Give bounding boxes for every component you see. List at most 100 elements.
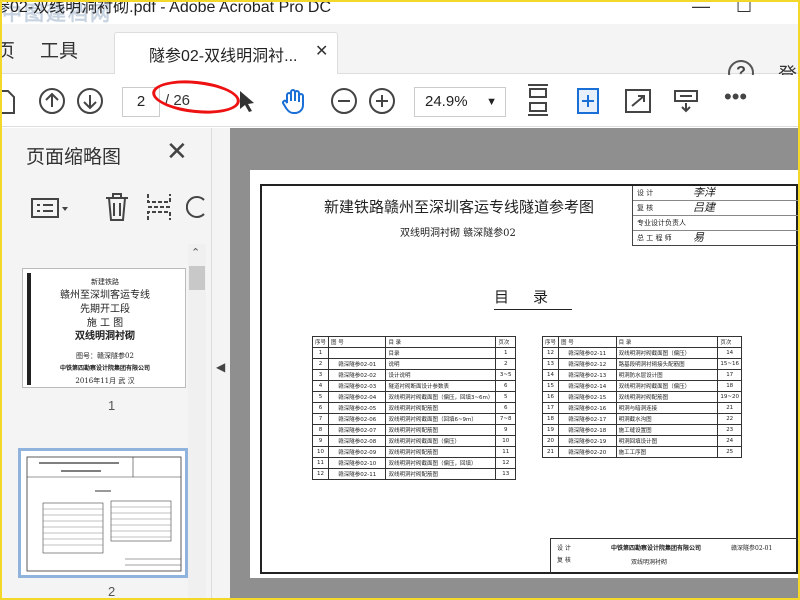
toc-row: 11 赣深隧参02-10 双线明洞衬砌截面图（偏压，回填） 12 bbox=[311, 457, 516, 469]
minimize-icon[interactable]: — bbox=[692, 2, 710, 16]
signature-name: 李洋 bbox=[693, 186, 715, 199]
toc-cell: 19~20 bbox=[717, 391, 742, 403]
toc-cell: 目录 bbox=[385, 347, 497, 359]
scroll-thumb[interactable] bbox=[189, 266, 205, 290]
maximize-icon[interactable]: ☐ bbox=[736, 2, 752, 16]
toc-cell: 赣深隧参02-08 bbox=[328, 435, 387, 447]
signature-block: 设 计 李洋 复 核 吕建 专业设计负责人 总 工 程 师 易 bbox=[632, 186, 798, 246]
toc-cell: 施工工序图 bbox=[615, 446, 719, 458]
signature-row: 总 工 程 师易 bbox=[633, 231, 798, 246]
signature-name: 吕建 bbox=[693, 201, 715, 214]
toc-cell: 6 bbox=[311, 402, 330, 414]
title-block: 设 计 复 核 中铁第四勘察设计院集团有限公司 双线明洞衬砌 赣深隧参02-01 bbox=[550, 538, 798, 574]
toc-cell: 8 bbox=[311, 424, 330, 436]
more-icon[interactable]: ••• bbox=[724, 86, 752, 115]
toc-row: 19 赣深隧参02-18 施工缝设置图 23 bbox=[541, 424, 742, 436]
toc-cell: 赣深隧参02-14 bbox=[558, 380, 617, 392]
close-tab-icon[interactable]: ✕ bbox=[315, 41, 328, 61]
toc-cell: 21 bbox=[541, 446, 560, 458]
thumb-text: 中铁第四勘察设计院集团有限公司 bbox=[59, 365, 150, 372]
previous-page-icon[interactable] bbox=[38, 87, 66, 115]
toc-cell: 13 bbox=[495, 468, 516, 480]
collapse-arrow-icon[interactable]: ◀ bbox=[216, 360, 225, 374]
document-viewer[interactable]: 新建铁路赣州至深圳客运专线隧道参考图 双线明洞衬砌 赣深隧参02 设 计 李洋 复… bbox=[230, 128, 798, 598]
fit-page-icon[interactable] bbox=[574, 87, 602, 115]
thumbnail-panel: 页面缩略图 ✕ 新建铁路 赣州至深圳客运专线 先期开工段 施 工 图 双线明洞衬… bbox=[2, 128, 212, 598]
tab-home[interactable]: 页 bbox=[2, 36, 15, 63]
read-mode-icon[interactable] bbox=[672, 87, 700, 115]
thumb-text: 赣州至深圳客运专线 bbox=[60, 290, 150, 301]
toc-cell: 2 bbox=[311, 358, 330, 370]
toc-cell: 16 bbox=[541, 391, 560, 403]
zoom-out-icon[interactable] bbox=[330, 87, 358, 115]
page-icon[interactable] bbox=[2, 87, 22, 115]
toc-cell: 赣深隧参02-15 bbox=[558, 391, 617, 403]
page-2-preview bbox=[26, 456, 182, 572]
select-cursor-icon[interactable] bbox=[234, 87, 262, 115]
toc-cell: 说明 bbox=[385, 358, 497, 370]
toc-header-cell: 序号 bbox=[311, 336, 330, 348]
toc-cell: 赣深隧参02-04 bbox=[328, 391, 387, 403]
toc-cell: 赣深隧参02-10 bbox=[328, 457, 387, 469]
toc-cell: 2 bbox=[495, 358, 516, 370]
toc-cell: 1 bbox=[311, 347, 330, 359]
toc-cell: 隧道衬砌断面设计参数表 bbox=[385, 380, 497, 392]
toc-cell: 12 bbox=[311, 468, 330, 480]
toc-cell: 赣深隧参02-17 bbox=[558, 413, 617, 425]
thumb-binding-bar bbox=[27, 273, 31, 385]
page-thumbnail-1[interactable]: 新建铁路 赣州至深圳客运专线 先期开工段 施 工 图 双线明洞衬砌 图号：赣深隧… bbox=[22, 268, 186, 388]
toc-cell: 6 bbox=[495, 402, 516, 414]
extract-pages-icon[interactable] bbox=[146, 192, 172, 222]
close-panel-icon[interactable]: ✕ bbox=[166, 136, 188, 167]
title-block-drawing-no: 赣深隧参02-01 bbox=[731, 545, 773, 552]
toc-cell: 路基段明洞衬砌接头配筋图 bbox=[615, 358, 719, 370]
title-block-title: 双线明洞衬砌 bbox=[631, 559, 668, 566]
options-menu-icon[interactable] bbox=[30, 196, 70, 220]
fit-width-icon[interactable] bbox=[526, 83, 550, 117]
toc-cell: 3 bbox=[311, 369, 330, 381]
signature-row: 设 计 李洋 bbox=[633, 186, 798, 201]
panel-collapse-bar[interactable]: ◀ bbox=[212, 128, 230, 598]
toc-cell: 赣深隧参02-05 bbox=[328, 402, 387, 414]
page-thumbnail-2[interactable] bbox=[18, 448, 188, 578]
thumb-text: 新建铁路 bbox=[91, 278, 119, 286]
signature-role: 总 工 程 师 bbox=[637, 234, 672, 242]
toc-cell: 5 bbox=[311, 391, 330, 403]
acrobat-window: 中图建档网 参02-双线明洞衬砌.pdf - Adobe Acrobat Pro… bbox=[2, 2, 798, 598]
toc-cell: 11 bbox=[495, 446, 516, 458]
thumbnail-scrollbar[interactable]: ⌃ bbox=[188, 244, 206, 598]
tab-tools[interactable]: 工具 bbox=[40, 36, 78, 63]
toc-table-right: 序号图 号目 录页次 12 赣深隧参02-11 双线明洞衬砌截面图（偏压） 14 13 赣深… bbox=[541, 336, 742, 458]
full-screen-icon[interactable] bbox=[624, 87, 652, 115]
zoom-value: 24.9% bbox=[425, 93, 468, 110]
document-subtitle: 双线明洞衬砌 赣深隧参02 bbox=[400, 228, 516, 239]
tab-document[interactable]: 隧参02-双线明洞衬... ✕ bbox=[114, 32, 338, 74]
toc-cell: 4 bbox=[311, 380, 330, 392]
toc-cell: 双线明洞衬砌截面图（偏压） bbox=[615, 380, 719, 392]
scroll-up-icon[interactable]: ⌃ bbox=[191, 246, 200, 259]
delete-icon[interactable] bbox=[104, 192, 130, 222]
toc-cell: 15 bbox=[541, 380, 560, 392]
toc-cell: 赣深隧参02-16 bbox=[558, 402, 617, 414]
toc-cell: 施工缝设置图 bbox=[615, 424, 719, 436]
next-page-icon[interactable] bbox=[76, 87, 104, 115]
toc-cell: 24 bbox=[717, 435, 742, 447]
toc-cell: 22 bbox=[717, 413, 742, 425]
toc-row: 13 赣深隧参02-12 路基段明洞衬砌接头配筋图 15~16 bbox=[541, 358, 742, 370]
zoom-in-icon[interactable] bbox=[368, 87, 396, 115]
toc-cell: 12 bbox=[541, 347, 560, 359]
toc-row: 20 赣深隧参02-19 明洞回填设计图 24 bbox=[541, 435, 742, 447]
toc-cell: 双线明洞衬砌截面图（偏压，回填3~6m） bbox=[385, 391, 497, 403]
toc-cell: 13 bbox=[541, 358, 560, 370]
zoom-select[interactable]: 24.9% ▼ bbox=[414, 87, 506, 117]
toc-cell: 赣深隧参02-02 bbox=[328, 369, 387, 381]
chevron-down-icon: ▼ bbox=[486, 96, 497, 108]
toc-cell: 23 bbox=[717, 424, 742, 436]
toc-header-cell: 目 录 bbox=[385, 336, 497, 348]
toc-cell bbox=[328, 347, 387, 359]
hand-tool-icon[interactable] bbox=[280, 87, 308, 115]
signature-row: 专业设计负责人 bbox=[633, 216, 798, 231]
rotate-icon[interactable] bbox=[186, 192, 212, 222]
toc-row: 8 赣深隧参02-07 双线明洞衬砌配筋图 9 bbox=[311, 424, 516, 436]
toc-cell: 10 bbox=[495, 435, 516, 447]
